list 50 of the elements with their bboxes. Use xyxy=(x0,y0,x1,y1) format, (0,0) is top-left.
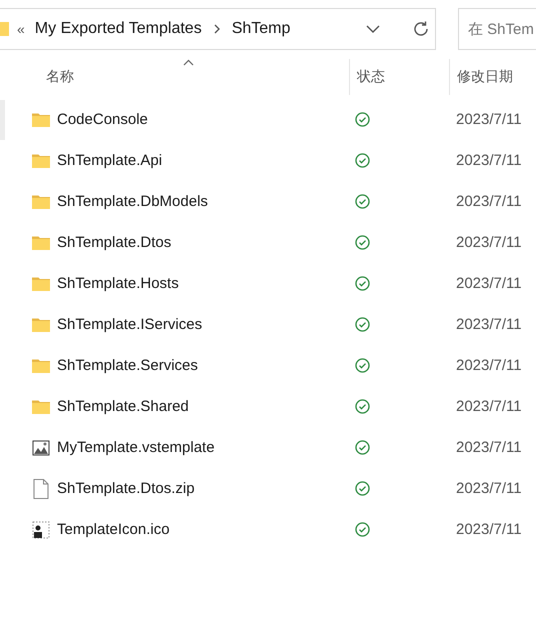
modified-date: 2023/7/11 xyxy=(455,398,523,415)
check-circle-icon xyxy=(355,399,370,414)
breadcrumb[interactable]: My Exported Templates xyxy=(34,20,202,38)
column-header[interactable]: 名称 xyxy=(0,59,349,95)
column-label: 修改日期 xyxy=(457,68,513,86)
check-circle-icon xyxy=(355,481,370,496)
modified-date: 2023/7/11 xyxy=(455,357,523,374)
modified-date: 2023/7/11 xyxy=(455,193,523,210)
file-name[interactable]: ShTemplate.Api xyxy=(57,152,162,169)
modified-date: 2023/7/11 xyxy=(455,521,523,538)
column-label: 名称 xyxy=(46,68,74,86)
check-circle-icon xyxy=(355,194,370,209)
icon-file-icon xyxy=(32,520,50,538)
modified-date: 2023/7/11 xyxy=(455,480,523,497)
check-circle-icon xyxy=(355,440,370,455)
modified-date: 2023/7/11 xyxy=(455,316,523,333)
modified-date: 2023/7/11 xyxy=(455,439,523,456)
file-name[interactable]: TemplateIcon.ico xyxy=(57,521,170,538)
sort-up-icon xyxy=(182,59,194,66)
breadcrumb[interactable]: ShTemp xyxy=(232,20,290,38)
file-name[interactable]: ShTemplate.Hosts xyxy=(57,275,179,292)
file-name[interactable]: ShTemplate.DbModels xyxy=(57,193,208,210)
file-name[interactable]: ShTemplate.IServices xyxy=(57,316,202,333)
column-header[interactable]: 修改日期 xyxy=(449,59,536,95)
modified-date: 2023/7/11 xyxy=(455,111,523,128)
modified-date: 2023/7/11 xyxy=(455,234,523,251)
file-name[interactable]: ShTemplate.Shared xyxy=(57,398,189,415)
check-circle-icon xyxy=(355,153,370,168)
check-circle-icon xyxy=(355,522,370,537)
file-name[interactable]: ShTemplate.Dtos xyxy=(57,234,172,251)
column-header[interactable]: 状态 xyxy=(349,59,449,95)
image-file-icon xyxy=(32,438,50,456)
modified-date: 2023/7/11 xyxy=(455,152,523,169)
check-circle-icon xyxy=(355,235,370,250)
file-name[interactable]: CodeConsole xyxy=(57,111,148,128)
check-circle-icon xyxy=(355,358,370,373)
file-name[interactable]: MyTemplate.vstemplate xyxy=(57,439,215,456)
file-name[interactable]: ShTemplate.Services xyxy=(57,357,198,374)
overflow-chevron[interactable]: « xyxy=(17,21,25,37)
check-circle-icon xyxy=(355,317,370,332)
dropdown-chevron-icon[interactable] xyxy=(366,25,380,33)
check-circle-icon xyxy=(355,112,370,127)
chevron-right-icon xyxy=(214,24,220,34)
file-name[interactable]: ShTemplate.Dtos.zip xyxy=(57,480,195,497)
column-label: 状态 xyxy=(357,68,385,86)
modified-date: 2023/7/11 xyxy=(455,275,523,292)
check-circle-icon xyxy=(355,276,370,291)
file-icon xyxy=(33,478,49,498)
search-field[interactable]: 在 ShTem xyxy=(458,8,536,50)
refresh-icon[interactable] xyxy=(412,20,430,38)
